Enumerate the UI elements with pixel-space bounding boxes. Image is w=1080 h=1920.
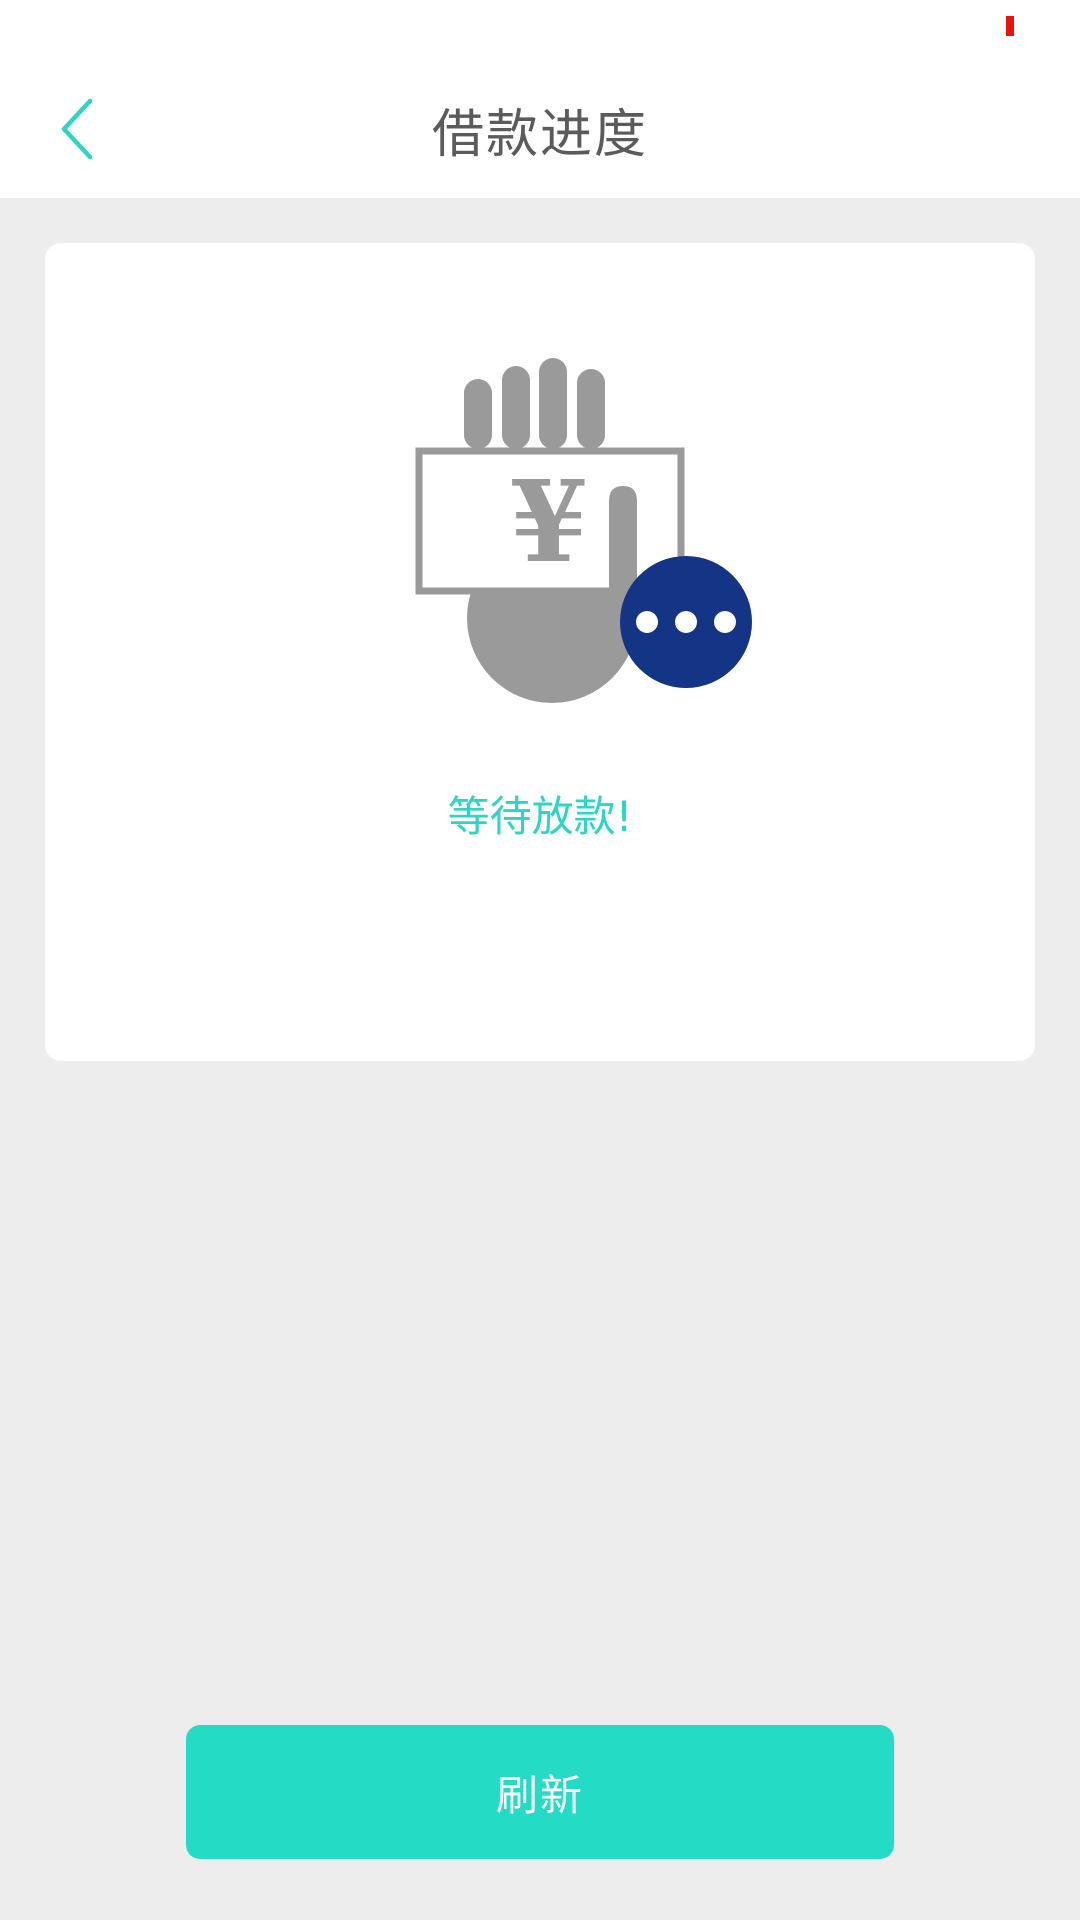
status-message: 等待放款! [447, 792, 633, 841]
yuan-symbol: ¥ [510, 457, 588, 588]
refresh-button-label: 刷新 [495, 1770, 584, 1820]
refresh-button[interactable]: 刷新 [186, 1725, 894, 1859]
hand-holding-yuan-bill-icon: ¥ [415, 358, 752, 703]
page-title: 借款进度 [431, 105, 648, 165]
header: 借款进度 [0, 64, 1080, 198]
status-bar [0, 0, 1080, 64]
status-indicator [1006, 16, 1014, 36]
status-card: ¥ 等待放款! [45, 243, 1035, 1061]
